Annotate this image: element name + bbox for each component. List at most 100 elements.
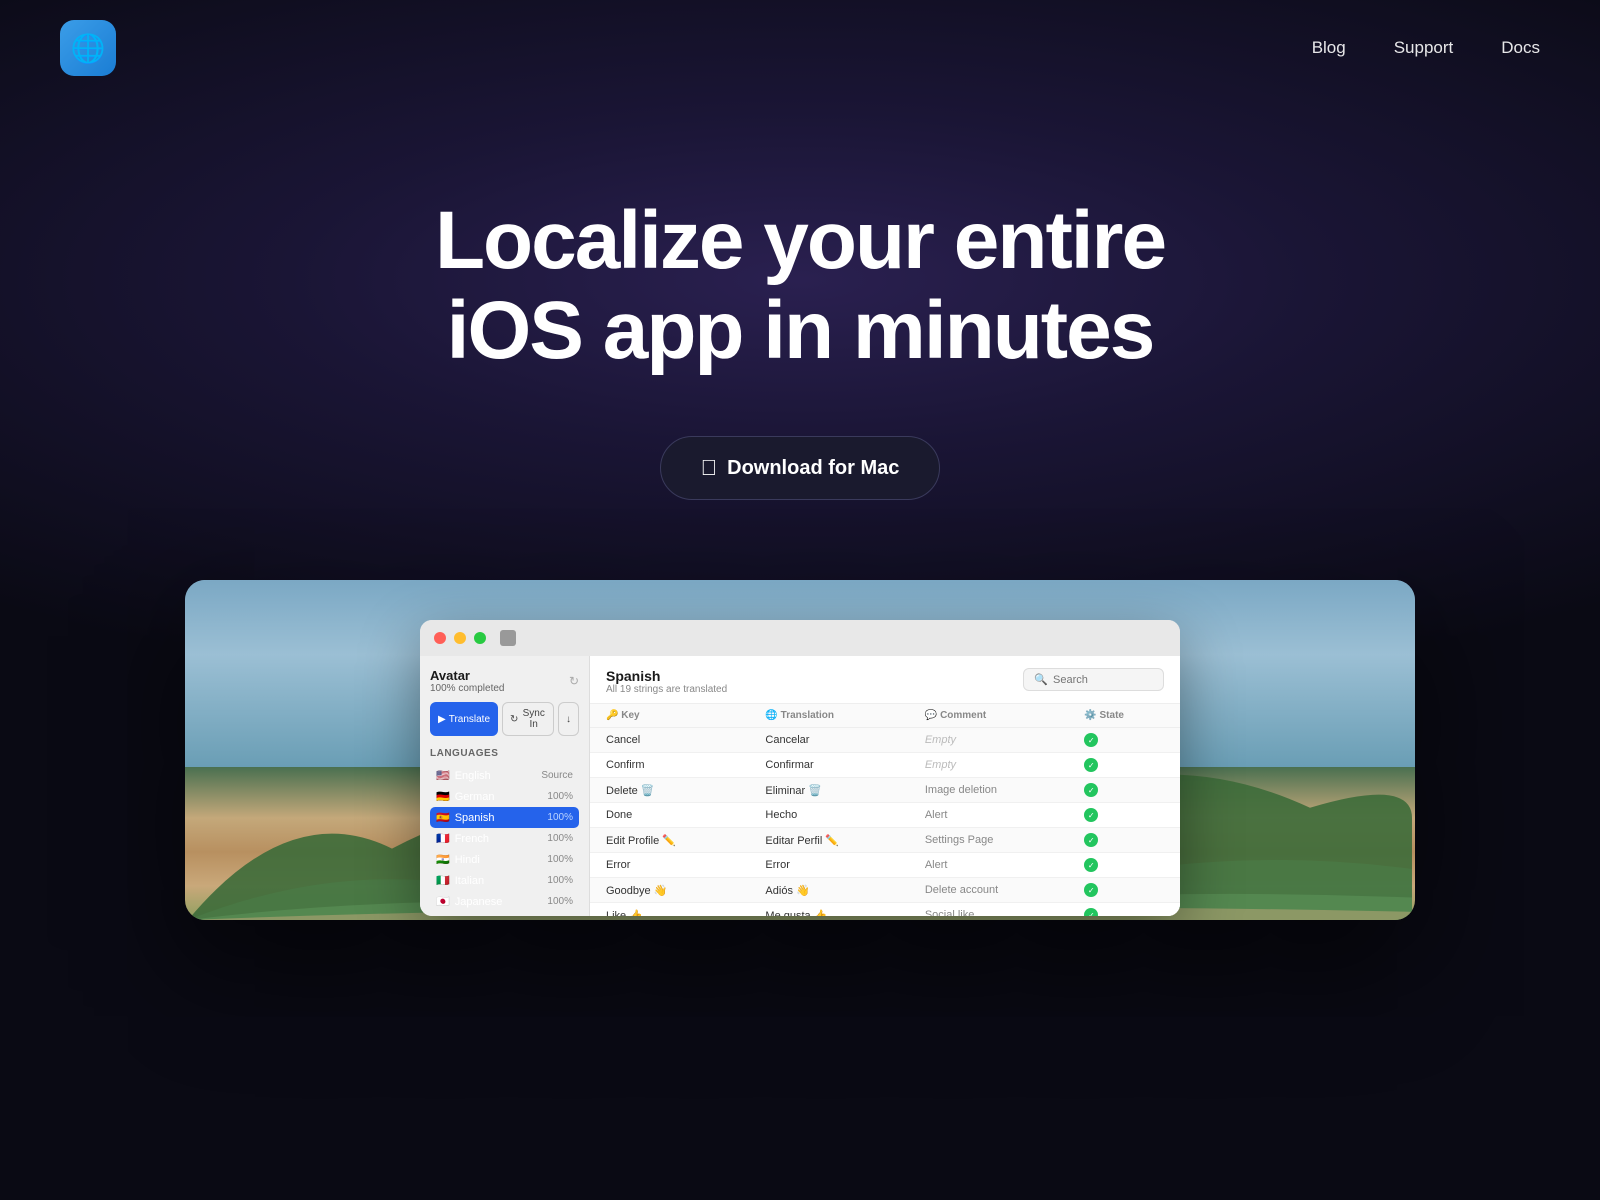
cell-comment-5: Alert (925, 859, 1084, 871)
window-body: Avatar 100% completed ↻ ▶ Translate ↻ Sy… (420, 656, 1180, 916)
cell-key-6: Goodbye 👋 (606, 884, 765, 897)
lang-item-english[interactable]: 🇺🇸 English Source (430, 765, 579, 786)
main-header: Spanish All 19 strings are translated 🔍 (590, 656, 1180, 704)
traffic-light-yellow (454, 632, 466, 644)
logo: 🌐 (60, 20, 116, 76)
main-title-area: Spanish All 19 strings are translated (606, 668, 727, 695)
hero-title: Localize your entire iOS app in minutes (350, 196, 1250, 376)
table-row: Cancel Cancelar Empty ✓ (590, 728, 1180, 753)
lang-german-name: German (455, 791, 495, 803)
translation-col-label: 🌐 Translation (765, 710, 834, 721)
cell-comment-0: Empty (925, 734, 1084, 746)
status-dot-3: ✓ (1084, 808, 1098, 822)
search-box[interactable]: 🔍 (1023, 668, 1164, 691)
cell-state-5: ✓ (1084, 858, 1164, 872)
lang-german-badge: 100% (547, 791, 573, 802)
sidebar: Avatar 100% completed ↻ ▶ Translate ↻ Sy… (420, 656, 590, 916)
main-content: Spanish All 19 strings are translated 🔍 … (590, 656, 1180, 916)
sync-button[interactable]: ↻ Sync In (502, 702, 554, 736)
search-icon: 🔍 (1034, 673, 1048, 686)
window-titlebar (420, 620, 1180, 656)
cell-key-3: Done (606, 809, 765, 821)
flag-japanese: 🇯🇵 (436, 895, 450, 908)
lang-spanish-name: Spanish (455, 812, 495, 824)
table-row: Edit Profile ✏️ Editar Perfil ✏️ Setting… (590, 828, 1180, 853)
cell-comment-2: Image deletion (925, 784, 1084, 796)
lang-english-name: English (455, 770, 491, 782)
nav-support[interactable]: Support (1394, 38, 1454, 57)
lang-item-french[interactable]: 🇫🇷 French 100% (430, 828, 579, 849)
cell-state-4: ✓ (1084, 833, 1164, 847)
flag-german: 🇩🇪 (436, 790, 450, 803)
flag-french: 🇫🇷 (436, 832, 450, 845)
translate-button[interactable]: ▶ Translate (430, 702, 498, 736)
lang-item-italian[interactable]: 🇮🇹 Italian 100% (430, 870, 579, 891)
traffic-light-green (474, 632, 486, 644)
status-dot-6: ✓ (1084, 883, 1098, 897)
cell-state-7: ✓ (1084, 908, 1164, 916)
cell-trans-5: Error (765, 859, 924, 871)
main-subtitle: All 19 strings are translated (606, 684, 727, 695)
nav-docs[interactable]: Docs (1501, 38, 1540, 57)
lang-english-badge: Source (541, 770, 573, 781)
cell-comment-7: Social like (925, 909, 1084, 916)
col-comment: 💬 Comment (925, 710, 1084, 721)
table-row: Confirm Confirmar Empty ✓ (590, 753, 1180, 778)
cell-key-7: Like 👍 (606, 909, 765, 917)
cell-comment-4: Settings Page (925, 834, 1084, 846)
lang-italian-left: 🇮🇹 Italian (436, 874, 484, 887)
col-translation: 🌐 Translation (765, 710, 924, 721)
table-row: Delete 🗑️ Eliminar 🗑️ Image deletion ✓ (590, 778, 1180, 803)
cell-state-3: ✓ (1084, 808, 1164, 822)
cell-trans-1: Confirmar (765, 759, 924, 771)
lang-item-hindi[interactable]: 🇮🇳 Hindi 100% (430, 849, 579, 870)
lang-italian-name: Italian (455, 875, 484, 887)
refresh-icon: ↻ (569, 674, 579, 688)
cell-state-2: ✓ (1084, 783, 1164, 797)
sidebar-project: Avatar 100% completed ↻ (430, 668, 579, 694)
col-key: 🔑 Key (606, 710, 765, 721)
status-dot-4: ✓ (1084, 833, 1098, 847)
cell-trans-4: Editar Perfil ✏️ (765, 834, 924, 847)
logo-icon: 🌐 (71, 32, 106, 65)
lang-item-german[interactable]: 🇩🇪 German 100% (430, 786, 579, 807)
hero-title-line2: iOS app in minutes (447, 285, 1154, 376)
languages-label: Languages (430, 748, 579, 759)
screenshot-section: Avatar 100% completed ↻ ▶ Translate ↻ Sy… (0, 580, 1600, 920)
project-name: Avatar (430, 668, 505, 683)
download-label: Download for Mac (727, 457, 899, 480)
table-rows: Cancel Cancelar Empty ✓ Confirm Confirma… (590, 728, 1180, 916)
flag-spanish: 🇪🇸 (436, 811, 450, 824)
cell-trans-7: Me gusta 👍 (765, 909, 924, 917)
table-header: 🔑 Key 🌐 Translation 💬 Comment ⚙️ State (590, 704, 1180, 728)
sync-label: Sync In (521, 708, 546, 730)
cell-comment-3: Alert (925, 809, 1084, 821)
cell-trans-2: Eliminar 🗑️ (765, 784, 924, 797)
state-col-label: ⚙️ State (1084, 710, 1124, 721)
cell-key-4: Edit Profile ✏️ (606, 834, 765, 847)
cell-key-2: Delete 🗑️ (606, 784, 765, 797)
hero-section: Localize your entire iOS app in minutes … (0, 96, 1600, 500)
cell-state-6: ✓ (1084, 883, 1164, 897)
download-icon: ↓ (566, 714, 571, 725)
key-col-label: 🔑 Key (606, 710, 640, 721)
lang-japanese-left: 🇯🇵 Japanese (436, 895, 502, 908)
search-input[interactable] (1053, 674, 1153, 686)
download-small-button[interactable]: ↓ (558, 702, 579, 736)
status-dot-7: ✓ (1084, 908, 1098, 916)
nav-blog[interactable]: Blog (1312, 38, 1346, 57)
lang-item-spanish[interactable]: 🇪🇸 Spanish 100% (430, 807, 579, 828)
play-icon: ▶ (438, 714, 446, 725)
project-completion: 100% completed (430, 683, 505, 694)
cell-key-5: Error (606, 859, 765, 871)
lang-italian-badge: 100% (547, 875, 573, 886)
screenshot-wrapper: Avatar 100% completed ↻ ▶ Translate ↻ Sy… (185, 580, 1415, 920)
nav-links: Blog Support Docs (1312, 38, 1540, 58)
lang-english-left: 🇺🇸 English (436, 769, 491, 782)
lang-hindi-badge: 100% (547, 854, 573, 865)
download-button[interactable]:  Download for Mac (660, 436, 941, 500)
lang-item-japanese[interactable]: 🇯🇵 Japanese 100% (430, 891, 579, 912)
language-list: 🇺🇸 English Source 🇩🇪 German 100% (430, 765, 579, 912)
cell-trans-3: Hecho (765, 809, 924, 821)
flag-hindi: 🇮🇳 (436, 853, 450, 866)
